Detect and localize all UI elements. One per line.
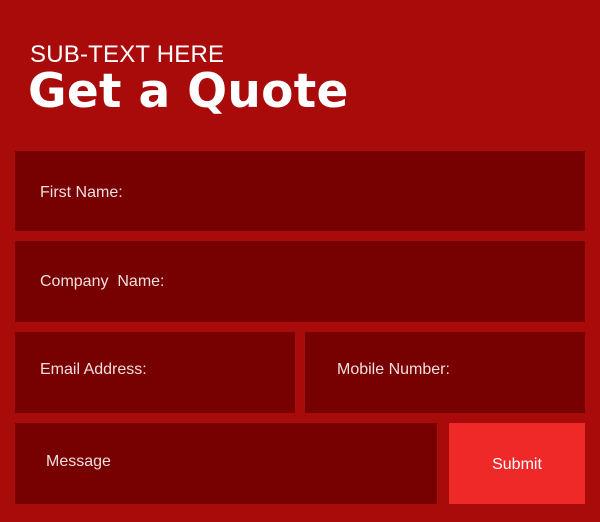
message-field[interactable]: Message — [15, 423, 437, 504]
company-name-field[interactable]: Company Name: — [15, 241, 585, 322]
mobile-number-field[interactable]: Mobile Number: — [305, 332, 585, 413]
email-address-field[interactable]: Email Address: — [15, 332, 295, 413]
submit-button[interactable]: Submit — [449, 423, 585, 504]
message-label: Message — [46, 453, 111, 470]
company-name-label: Company Name: — [40, 273, 165, 290]
quote-form-panel: SUB-TEXT HERE Get a Quote First Name: Co… — [0, 0, 600, 522]
email-address-label: Email Address: — [40, 361, 147, 378]
form-title: Get a Quote — [28, 64, 349, 119]
first-name-field[interactable]: First Name: — [15, 151, 585, 231]
mobile-number-label: Mobile Number: — [337, 361, 450, 378]
submit-label: Submit — [492, 456, 542, 473]
first-name-label: First Name: — [40, 184, 123, 201]
